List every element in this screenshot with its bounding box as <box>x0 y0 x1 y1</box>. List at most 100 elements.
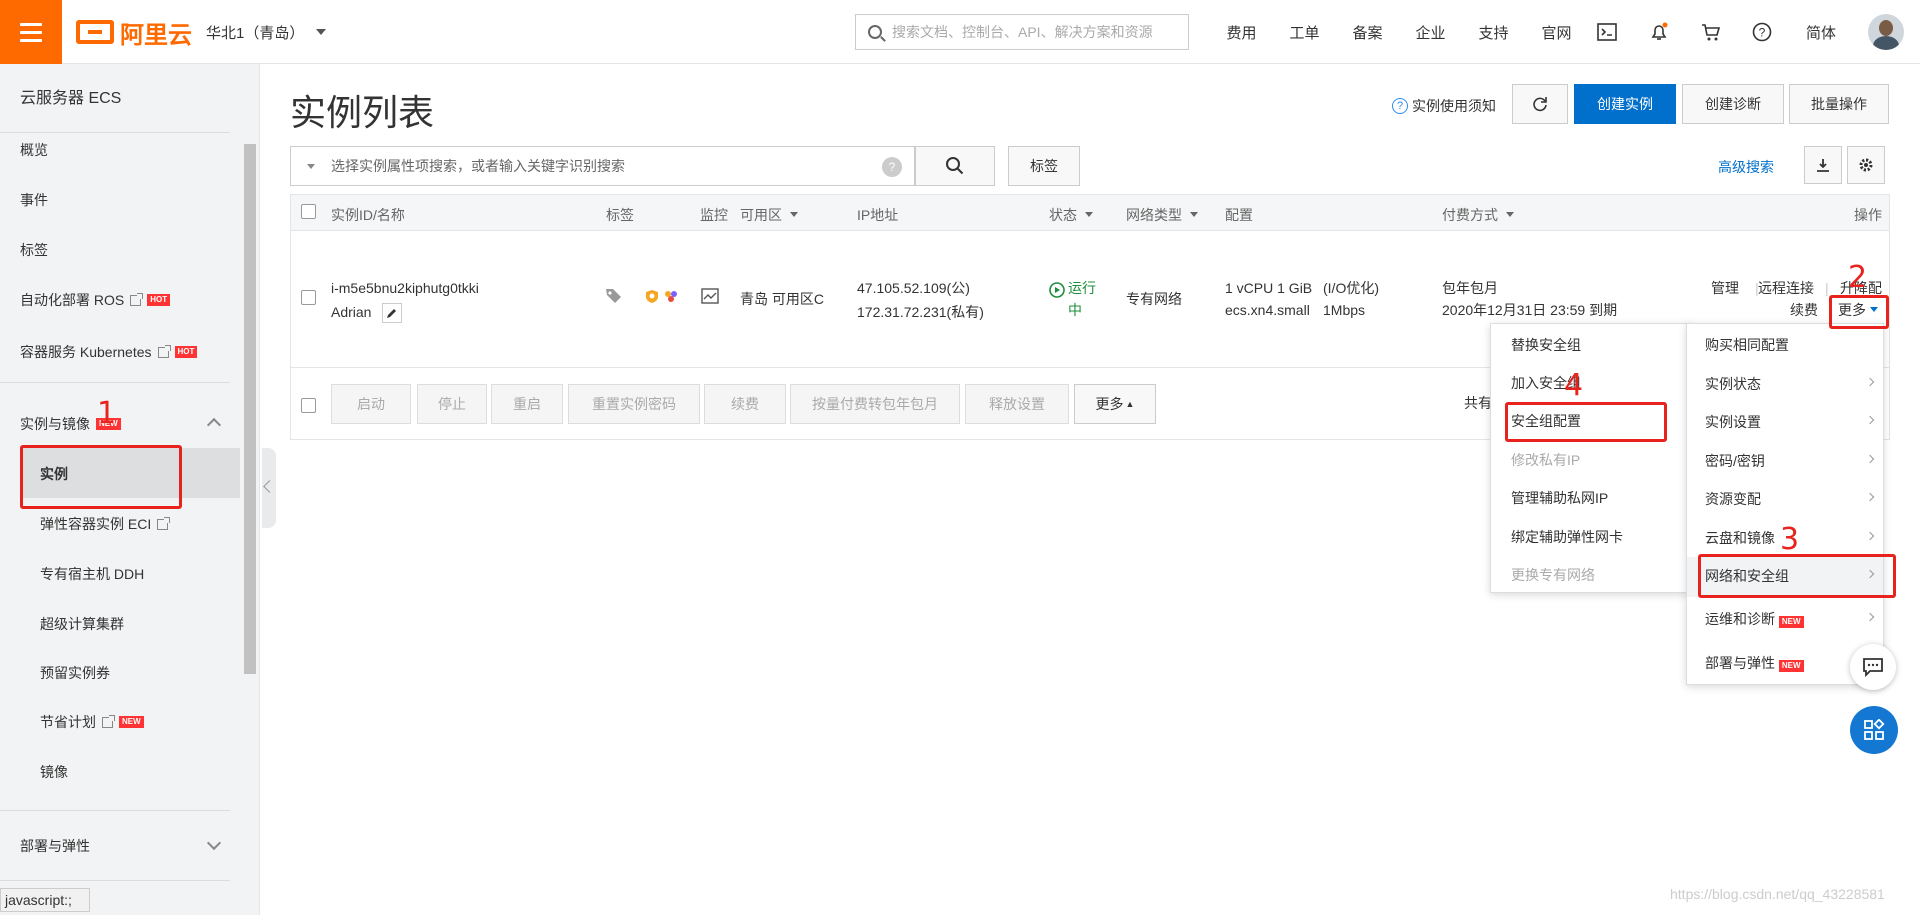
bulk-select-checkbox[interactable] <box>301 398 316 413</box>
col-status[interactable]: 状态 <box>1049 205 1093 225</box>
remote-connect-link[interactable]: 远程连接 <box>1758 277 1814 299</box>
tag-icon[interactable] <box>605 288 623 304</box>
region-selector[interactable]: 华北1（青岛） <box>206 22 327 43</box>
terminal-icon[interactable] <box>1597 22 1617 42</box>
row-checkbox[interactable] <box>301 290 316 305</box>
bulk-reset-password-button[interactable]: 重置实例密码 <box>568 384 700 424</box>
menu-item-deploy-elastic[interactable]: 部署与弹性 NEW <box>1705 653 1804 673</box>
nav-enterprise[interactable]: 企业 <box>1399 22 1462 43</box>
create-instance-button[interactable]: 创建实例 <box>1574 84 1676 124</box>
cart-icon[interactable] <box>1701 22 1721 42</box>
annotation-number-4: 4 <box>1564 368 1584 403</box>
bulk-stop-button[interactable]: 停止 <box>417 384 487 424</box>
nav-support[interactable]: 支持 <box>1462 22 1525 43</box>
bulk-start-button[interactable]: 启动 <box>331 384 411 424</box>
submenu-item-replace-sg[interactable]: 替换安全组 <box>1511 335 1581 355</box>
sidebar-item-savings-plan[interactable]: 节省计划 NEW <box>40 712 144 732</box>
sidebar-item-kubernetes[interactable]: 容器服务 Kubernetes HOT <box>20 342 198 362</box>
sidebar-group-deploy[interactable]: 部署与弹性 <box>20 836 90 856</box>
menu-item-resource-change[interactable]: 资源变配 <box>1705 489 1761 509</box>
menu-item-label: 部署与弹性 <box>1705 655 1775 671</box>
chevron-right-icon <box>1865 454 1875 464</box>
nav-icp[interactable]: 备案 <box>1336 22 1399 43</box>
nav-official[interactable]: 官网 <box>1525 22 1588 43</box>
filter-search-button[interactable] <box>915 146 995 186</box>
sidebar-item-eci[interactable]: 弹性容器实例 ECI <box>40 514 171 534</box>
help-icon[interactable]: ? <box>1752 22 1772 42</box>
menu-icon[interactable] <box>0 0 62 64</box>
advanced-search-link[interactable]: 高级搜索 <box>1718 157 1774 177</box>
sidebar-item-ddh[interactable]: 专有宿主机 DDH <box>40 564 144 584</box>
create-diagnosis-button[interactable]: 创建诊断 <box>1682 84 1784 124</box>
select-all-checkbox[interactable] <box>301 204 316 219</box>
instance-id-link[interactable]: i-m5e5bnu2kiphutg0tkki <box>331 277 479 299</box>
sidebar-item-scc[interactable]: 超级计算集群 <box>40 614 124 634</box>
menu-item-instance-status[interactable]: 实例状态 <box>1705 374 1761 394</box>
sidebar-item-label: 事件 <box>20 192 48 208</box>
nav-fee[interactable]: 费用 <box>1210 22 1273 43</box>
sidebar-item-images[interactable]: 镜像 <box>40 762 68 782</box>
manage-link[interactable]: 管理 <box>1711 277 1739 299</box>
language-switch[interactable]: 简体 <box>1806 22 1836 43</box>
plugin-icon[interactable] <box>663 289 679 303</box>
batch-operation-button[interactable]: 批量操作 <box>1789 84 1889 124</box>
apps-button[interactable] <box>1850 706 1898 754</box>
submenu-item-bind-eni[interactable]: 绑定辅助弹性网卡 <box>1511 527 1623 547</box>
menu-item-disk-image[interactable]: 云盘和镜像 <box>1705 528 1775 548</box>
bulk-convert-billing-button[interactable]: 按量付费转包年包月 <box>790 384 960 424</box>
bulk-renew-button[interactable]: 续费 <box>704 384 786 424</box>
sidebar-title: 云服务器 ECS <box>20 90 122 107</box>
sidebar-item-tags[interactable]: 标签 <box>20 240 48 260</box>
sidebar-item-ros[interactable]: 自动化部署 ROS HOT <box>20 290 171 310</box>
renew-link[interactable]: 续费 <box>1790 299 1818 321</box>
tag-filter-button[interactable]: 标签 <box>1008 146 1080 186</box>
aliyun-logo[interactable]: 阿里云 <box>76 16 192 49</box>
instance-notice-link[interactable]: ? 实例使用须知 <box>1392 96 1496 116</box>
submenu-item-modify-private-ip: 修改私有IP <box>1511 452 1581 468</box>
sidebar-group-label: 部署与弹性 <box>20 838 90 854</box>
annotation-number-2: 2 <box>1848 260 1868 295</box>
sidebar-item-label: 节省计划 <box>40 714 96 730</box>
chevron-down-icon[interactable] <box>206 835 222 851</box>
menu-item-instance-settings[interactable]: 实例设置 <box>1705 412 1761 432</box>
global-search-input[interactable]: 搜索文档、控制台、API、解决方案和资源 <box>855 14 1189 50</box>
submenu-item-secondary-ip[interactable]: 管理辅助私网IP <box>1511 488 1608 508</box>
chevron-up-icon[interactable] <box>206 417 222 433</box>
sidebar-collapse-handle[interactable] <box>262 448 276 528</box>
bell-icon[interactable] <box>1649 22 1669 42</box>
sidebar-item-overview[interactable]: 概览 <box>20 140 48 160</box>
chat-button[interactable] <box>1850 644 1896 690</box>
export-button[interactable] <box>1804 146 1842 184</box>
menu-item-ops-diagnosis[interactable]: 运维和诊断 NEW <box>1705 609 1804 629</box>
bulk-restart-button[interactable]: 重启 <box>491 384 563 424</box>
col-monitor: 监控 <box>700 207 728 223</box>
instance-type-link[interactable]: ecs.xn4.small <box>1225 299 1310 321</box>
instance-zone: 青岛 可用区C <box>740 291 824 307</box>
sidebar-scroll-thumb[interactable] <box>244 144 256 674</box>
logo-mark-icon <box>76 20 114 44</box>
question-icon: ? <box>1392 98 1408 114</box>
menu-item-password-key[interactable]: 密码/密钥 <box>1705 451 1765 471</box>
edit-name-button[interactable] <box>382 303 402 323</box>
nav-ticket[interactable]: 工单 <box>1273 22 1336 43</box>
help-icon[interactable]: ? <box>882 157 902 177</box>
external-link-icon <box>157 516 171 530</box>
network-security-submenu: 替换安全组 加入安全组 安全组配置 修改私有IP 管理辅助私网IP 绑定辅助弹性… <box>1490 323 1690 593</box>
bulk-more-button[interactable]: 更多 ▲ <box>1074 384 1156 424</box>
instance-filter-input[interactable]: 选择实例属性项搜索，或者输入关键字识别搜索 ? <box>290 146 915 186</box>
sidebar-item-events[interactable]: 事件 <box>20 190 48 210</box>
monitor-icon[interactable] <box>701 288 719 304</box>
menu-item-buy-same[interactable]: 购买相同配置 <box>1705 335 1789 355</box>
col-billing[interactable]: 付费方式 <box>1442 205 1514 225</box>
settings-button[interactable] <box>1847 146 1885 184</box>
refresh-button[interactable] <box>1512 84 1568 124</box>
caret-down-icon <box>790 211 798 221</box>
instance-name: Adrian <box>331 304 372 320</box>
col-network[interactable]: 网络类型 <box>1126 205 1198 225</box>
col-zone[interactable]: 可用区 <box>740 205 798 225</box>
sidebar-item-reserved[interactable]: 预留实例券 <box>40 663 110 683</box>
avatar[interactable] <box>1868 14 1904 50</box>
chevron-right-icon <box>1865 531 1875 541</box>
bulk-release-settings-button[interactable]: 释放设置 <box>965 384 1069 424</box>
security-shield-icon[interactable] <box>645 289 659 304</box>
